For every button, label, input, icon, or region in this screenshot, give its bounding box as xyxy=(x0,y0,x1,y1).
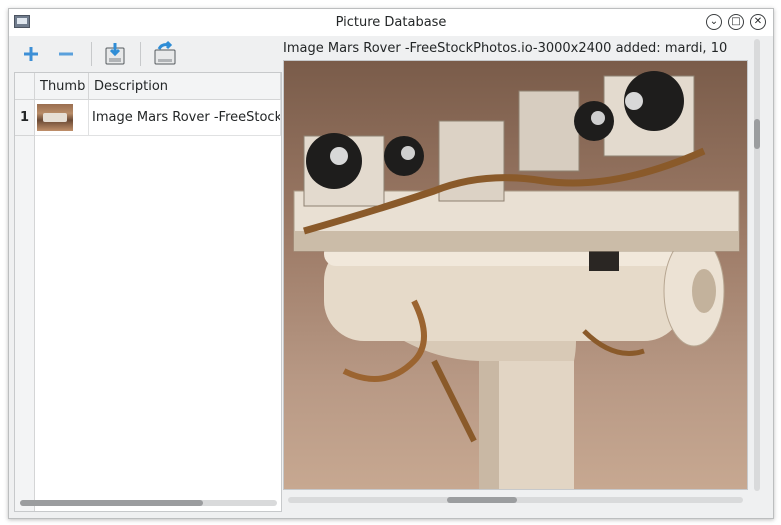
column-header-thumb[interactable]: Thumb xyxy=(35,73,89,100)
viewer-vertical-scrollbar[interactable] xyxy=(754,39,760,491)
image-caption: Image Mars Rover -FreeStockPhotos.io-300… xyxy=(283,41,728,56)
description-cell[interactable]: Image Mars Rover -FreeStockP xyxy=(89,100,281,136)
row-number[interactable]: 1 xyxy=(15,100,35,136)
remove-button[interactable] xyxy=(52,40,80,68)
row-header-column xyxy=(15,136,35,511)
export-icon xyxy=(154,40,176,65)
window-title: Picture Database xyxy=(335,15,447,30)
import-icon xyxy=(105,43,125,65)
toolbar-separator xyxy=(140,42,141,66)
viewer-vertical-scrollbar-handle[interactable] xyxy=(754,119,760,149)
picture-table[interactable]: Thumb Description 1 Image Mars Rover -Fr… xyxy=(14,72,282,512)
corner-header[interactable] xyxy=(15,73,35,100)
import-button[interactable] xyxy=(101,40,129,68)
column-header-description[interactable]: Description xyxy=(89,73,281,100)
plus-icon xyxy=(24,47,38,61)
viewer-horizontal-scrollbar-handle[interactable] xyxy=(447,497,517,503)
toolbar-separator xyxy=(91,42,92,66)
image-viewer[interactable] xyxy=(283,60,748,490)
close-button[interactable]: ✕ xyxy=(750,14,766,30)
export-button[interactable] xyxy=(150,40,178,68)
thumbnail-image xyxy=(37,104,73,131)
thumb-cell[interactable] xyxy=(35,100,89,136)
add-button[interactable] xyxy=(17,40,45,68)
toolbar xyxy=(9,36,282,72)
title-bar[interactable]: Picture Database ⌄ □ ✕ xyxy=(9,9,773,36)
mars-rover-image xyxy=(293,71,740,489)
maximize-button[interactable]: □ xyxy=(728,14,744,30)
main-window: Picture Database ⌄ □ ✕ Thumb Description… xyxy=(8,8,774,519)
minus-icon xyxy=(59,52,73,56)
table-horizontal-scrollbar-handle[interactable] xyxy=(20,500,203,506)
minimize-button[interactable]: ⌄ xyxy=(706,14,722,30)
